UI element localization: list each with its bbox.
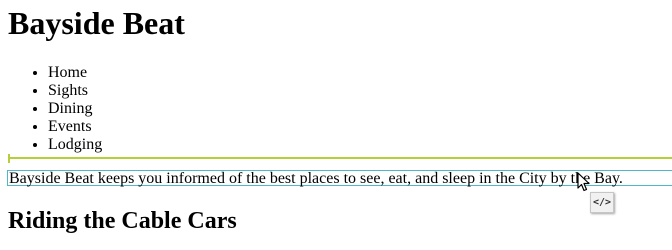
site-title: Bayside Beat (8, 5, 185, 41)
intro-paragraph[interactable]: Bayside Beat keeps you informed of the b… (7, 170, 672, 187)
nav-item-home[interactable]: Home (48, 64, 102, 82)
nav-item-events[interactable]: Events (48, 118, 102, 136)
arrow-cursor-icon (577, 172, 590, 192)
main-nav: Home Sights Dining Events Lodging (8, 64, 102, 154)
section-heading: Riding the Cable Cars (8, 208, 237, 234)
code-icon[interactable]: </> (590, 192, 614, 213)
nav-item-dining[interactable]: Dining (48, 100, 102, 118)
divider-highlight (8, 157, 672, 159)
nav-item-lodging[interactable]: Lodging (48, 136, 102, 154)
code-badge-label: </> (592, 197, 612, 208)
nav-item-sights[interactable]: Sights (48, 82, 102, 100)
